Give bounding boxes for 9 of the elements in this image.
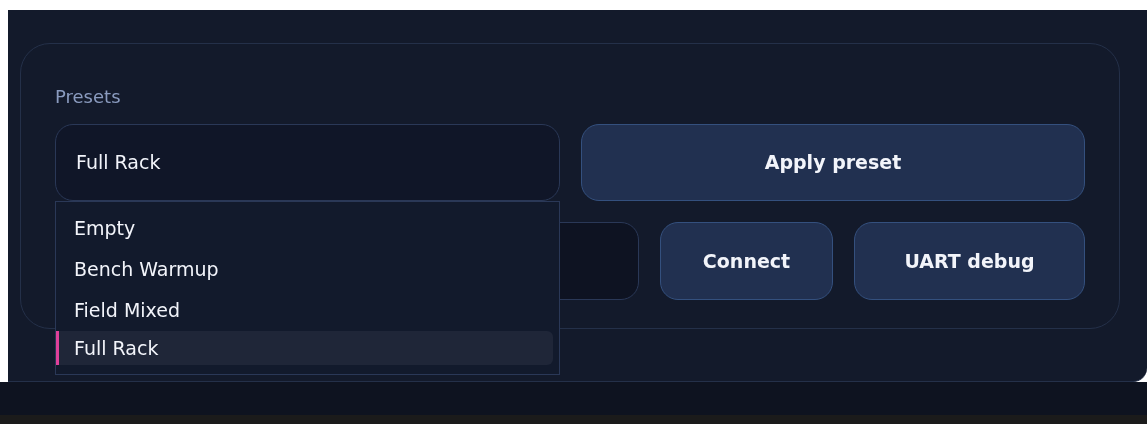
dropdown-option[interactable]: Full Rack (56, 331, 553, 365)
apply-preset-button[interactable]: Apply preset (581, 124, 1085, 201)
dropdown-option[interactable]: Field Mixed (56, 290, 553, 331)
uart-debug-button[interactable]: UART debug (854, 222, 1085, 300)
connect-button[interactable]: Connect (660, 222, 833, 300)
dropdown-option[interactable]: Empty (56, 208, 553, 249)
dropdown-option[interactable]: Bench Warmup (56, 249, 553, 290)
presets-label: Presets (55, 86, 122, 108)
preset-select[interactable]: Full Rack (55, 124, 560, 201)
